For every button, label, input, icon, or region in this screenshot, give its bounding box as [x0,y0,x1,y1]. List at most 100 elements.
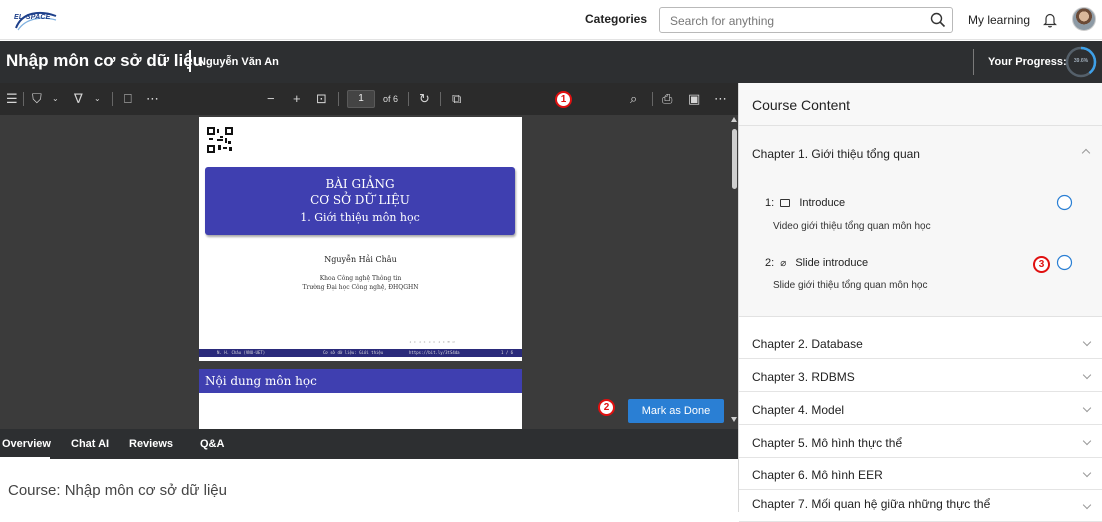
annotation-badge-1: 1 [555,91,572,108]
zoom-out-icon[interactable]: − [267,92,275,106]
pdf-document-area[interactable]: BÀI GIẢNG CƠ SỞ DỮ LIỆU 1. Giới thiệu mô… [0,115,738,429]
chevron-down-icon[interactable] [1082,468,1092,478]
categories-link[interactable]: Categories [585,12,647,26]
tab-overview[interactable]: Overview [2,438,51,450]
scroll-up-arrow-icon[interactable] [731,117,737,122]
my-learning-link[interactable]: My learning [968,13,1030,27]
lesson-1-status-ring[interactable] [1056,194,1073,211]
slide-footer: N. H. Châu (VNU-UET) Cơ sở dữ liệu: Giới… [199,349,522,357]
chapter-2-row[interactable]: Chapter 2. Database [739,327,1102,359]
scroll-thumb[interactable] [732,129,737,189]
toolbar-divider [23,92,24,106]
save-icon[interactable]: ▣ [688,92,700,106]
slide2-header: Nội dung môn học [199,369,522,393]
sidebar-header: Course Content [739,83,1102,126]
fit-page-icon[interactable]: ⊡ [316,92,327,106]
page-total-label: of 6 [383,94,399,104]
lesson-2-status-ring[interactable] [1056,254,1073,271]
chevron-down-icon[interactable] [1082,500,1092,510]
top-navbar: EL-SPACE Categories My learning [0,0,1102,40]
toolbar-divider [338,92,339,106]
scroll-down-arrow-icon[interactable] [731,417,737,422]
chevron-down-icon[interactable]: ⌄ [94,92,101,106]
search-icon[interactable] [930,12,946,28]
rotate-icon[interactable]: ↻ [419,92,430,106]
chapter-6-row[interactable]: Chapter 6. Mô hình EER [739,458,1102,490]
course-tabs: Overview Chat AI Reviews Q&A [0,429,738,459]
chevron-down-icon[interactable] [1082,370,1092,380]
chapter-1-title[interactable]: Chapter 1. Giới thiệu tổng quan [752,147,920,161]
chapter-6-title: Chapter 6. Mô hình EER [752,468,883,482]
logo-text: EL-SPACE [14,14,51,21]
user-avatar[interactable] [1072,7,1096,31]
chapter-4-title: Chapter 4. Model [752,403,845,417]
toolbar-divider [652,92,653,106]
annotation-badge-3: 3 [1033,256,1050,273]
more-icon[interactable]: ⋯ [714,92,727,106]
chapter-5-title: Chapter 5. Mô hình thực thể [752,436,903,450]
chapter-7-row[interactable]: Chapter 7. Mối quan hệ giữa những thực t… [739,490,1102,522]
lesson-1-row[interactable]: 1: Introduce [765,197,845,209]
slide2-title: Nội dung môn học [205,374,317,388]
highlight-icon[interactable]: ⛉ [32,92,42,106]
search-icon[interactable]: ⌕ [630,92,637,106]
chapter-5-row[interactable]: Chapter 5. Mô hình thực thể [739,426,1102,458]
chapter-3-row[interactable]: Chapter 3. RDBMS [739,360,1102,392]
lesson-1-description: Video giới thiệu tổng quan môn học [773,221,931,232]
search-input[interactable] [670,13,920,28]
footer-topic: Cơ sở dữ liệu: Giới thiệu [323,350,384,355]
beamer-nav-symbols: ◂ ▸ ◂ ▸ ◂ ▸ ◂ ▸ ≡ ↺ [409,339,455,344]
footer-link: https://bit.ly/3tS4da [409,350,460,355]
slide-heading-line1: BÀI GIẢNG [325,177,395,191]
print-icon[interactable]: ⎙ [662,92,672,106]
sidebar-title: Course Content [752,97,851,113]
slide-title-box: BÀI GIẢNG CƠ SỞ DỮ LIỆU 1. Giới thiệu mô… [205,167,515,235]
zoom-in-icon[interactable]: + [293,92,301,106]
annotation-badge-2: 2 [598,399,615,416]
chapter-4-row[interactable]: Chapter 4. Model [739,393,1102,425]
chevron-up-icon[interactable] [1081,148,1091,158]
toolbar-divider [408,92,409,106]
lesson-2-row[interactable]: 2: ⌀ Slide introduce [765,257,868,269]
slide-author: Nguyễn Hải Châu [324,255,397,264]
page-view-icon[interactable]: ⧉ [452,92,461,106]
page-number-input[interactable]: 1 [347,90,375,108]
chapter-7-title: Chapter 7. Mối quan hệ giữa những thực t… [752,497,991,511]
toolbar-divider [440,92,441,106]
toolbar-divider [112,92,113,106]
pdf-page-2: Nội dung môn học [199,369,522,429]
lesson-1-title: Introduce [799,197,846,209]
slide-affiliation-1: Khoa Công nghệ Thông tin [319,275,402,282]
course-content-sidebar: Course Content Chapter 1. Giới thiệu tổn… [738,83,1102,522]
lesson-2-title: Slide introduce [795,257,869,269]
course-title: Nhập môn cơ sở dữ liệu [6,51,204,70]
tab-qa[interactable]: Q&A [200,438,224,450]
chevron-down-icon[interactable]: ⌄ [52,92,59,106]
video-icon [780,199,791,207]
read-aloud-icon[interactable]: ⎕ [124,92,132,106]
contents-icon[interactable]: ☰ [6,92,18,106]
tab-reviews[interactable]: Reviews [129,438,173,450]
footer-page: 1 / 6 [501,350,514,355]
slide-subtitle: 1. Giới thiệu môn học [300,211,420,224]
draw-icon[interactable]: ∇ [74,92,83,106]
chevron-down-icon[interactable] [1082,436,1092,446]
footer-author: N. H. Châu (VNU-UET) [217,350,266,355]
more-icon[interactable]: ⋯ [146,92,159,106]
search-box[interactable] [659,7,953,33]
lesson-2-index: 2: [765,257,775,269]
pdf-page-1: BÀI GIẢNG CƠ SỞ DỮ LIỆU 1. Giới thiệu mô… [199,117,522,361]
lesson-2-description: Slide giới thiệu tổng quan môn học [773,280,928,291]
bell-icon[interactable] [1043,12,1057,28]
course-header: Nhập môn cơ sở dữ liệu Nguyễn Văn An You… [0,41,1102,83]
chapter-1-section: Chapter 1. Giới thiệu tổng quan 1: Intro… [739,126,1102,317]
progress-value: 39.6% [1073,58,1089,64]
attachment-icon: ⌀ [780,258,787,269]
mark-as-done-button[interactable]: Mark as Done [628,399,724,423]
chevron-down-icon[interactable] [1082,403,1092,413]
title-separator [189,50,191,72]
overview-course-name: Course: Nhập môn cơ sở dữ liệu [8,482,227,499]
slide-heading-line2: CƠ SỞ DỮ LIỆU [310,193,410,207]
tab-chat-ai[interactable]: Chat AI [71,438,109,450]
chevron-down-icon[interactable] [1082,337,1092,347]
